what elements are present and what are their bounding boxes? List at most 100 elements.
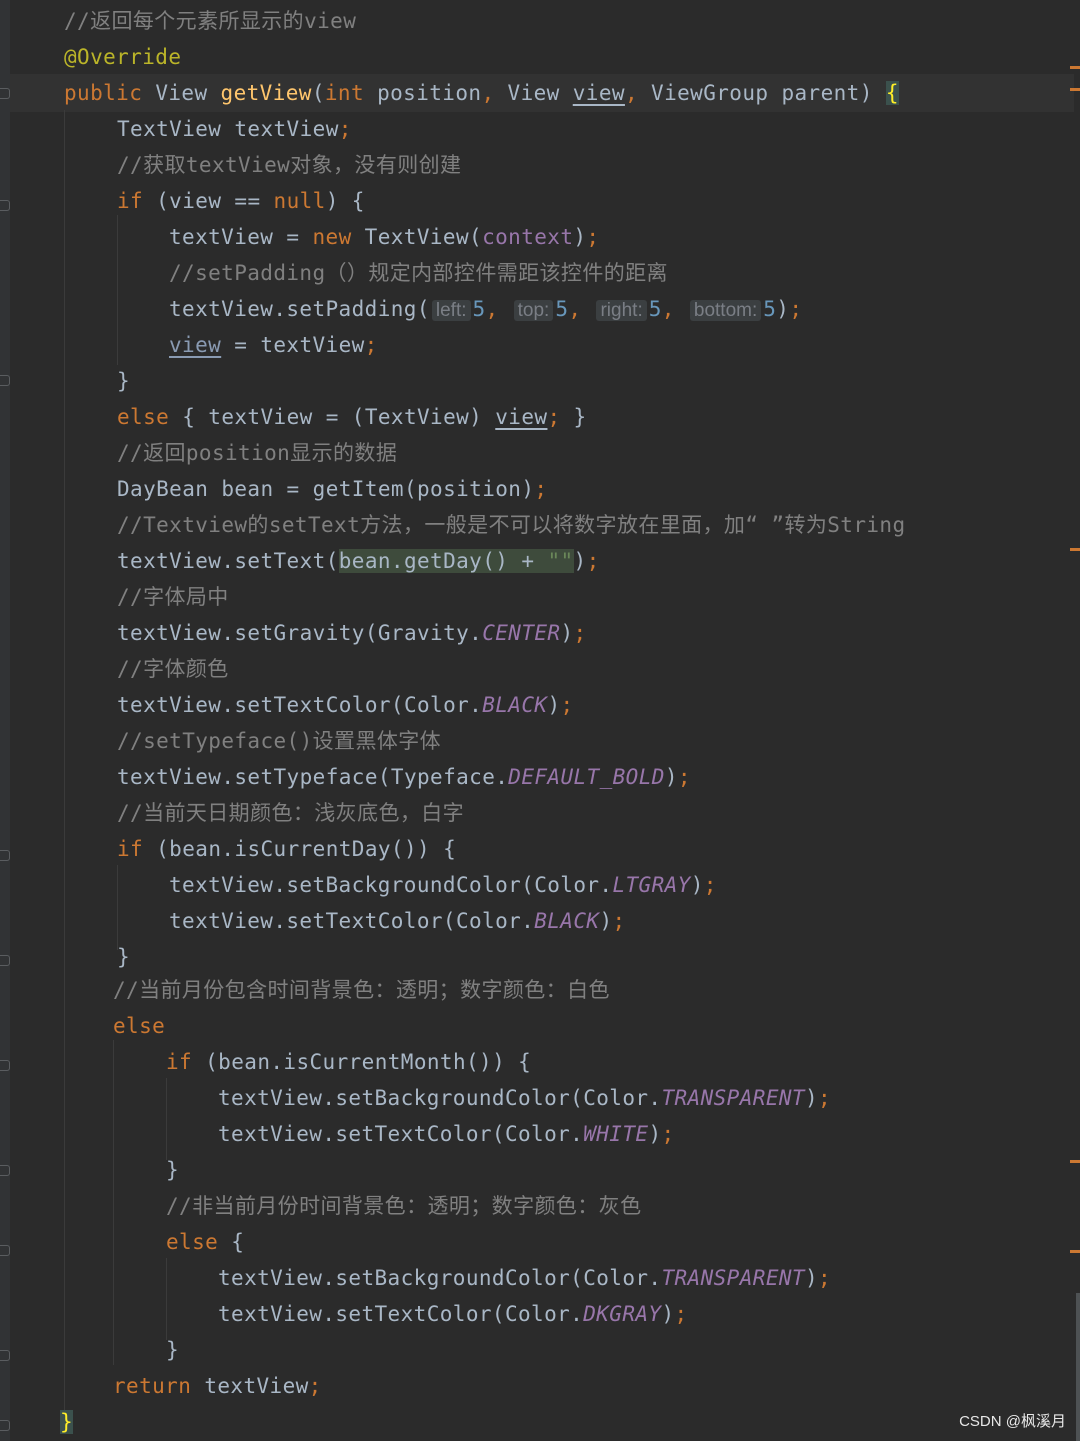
fold-marker-icon[interactable]: [0, 1350, 10, 1361]
fold-marker-icon[interactable]: [0, 850, 10, 861]
code-editor[interactable]: //返回每个元素所显示的view @Override public View get…: [0, 0, 1080, 1441]
code-line[interactable]: textView.setBackgroundColor(Color.TRANSP…: [218, 1260, 831, 1296]
keyword-token: else: [117, 405, 183, 429]
code-token: textView.setTextColor(Color.: [117, 693, 483, 717]
code-line[interactable]: //字体局中: [117, 579, 229, 615]
punctuation-token: ;: [573, 621, 587, 645]
code-line[interactable]: textView.setTextColor(Color.BLACK);: [169, 903, 626, 939]
code-line[interactable]: textView.setTypeface(Typeface.DEFAULT_BO…: [117, 759, 691, 795]
code-line[interactable]: if (view == null) {: [117, 183, 365, 219]
matched-brace: }: [60, 1410, 74, 1434]
code-line[interactable]: //Textview的setText方法，一般是不可以将数字放在里面，加“ ”转…: [117, 507, 906, 543]
code-token: DayBean bean = getItem(position): [117, 477, 535, 501]
code-line[interactable]: }: [166, 1152, 179, 1188]
constant-token: BLACK: [482, 693, 548, 717]
warning-stripe-mark[interactable]: [1070, 1250, 1080, 1253]
fold-marker-icon[interactable]: [0, 1245, 10, 1256]
code-line[interactable]: textView.setGravity(Gravity.CENTER);: [117, 615, 587, 651]
warning-stripe-mark[interactable]: [1070, 88, 1080, 91]
code-line[interactable]: else {: [166, 1224, 244, 1260]
code-token: TextView(: [364, 225, 483, 249]
code-line[interactable]: textView.setBackgroundColor(Color.TRANSP…: [218, 1080, 831, 1116]
code-line[interactable]: //非当前月份时间背景色：透明；数字颜色：灰色: [166, 1188, 641, 1224]
punctuation-token: ;: [612, 909, 626, 933]
code-line[interactable]: //获取textView对象，没有则创建: [117, 147, 461, 183]
number-token: 5: [472, 297, 486, 321]
comment-token: //返回每个元素所显示的view: [64, 9, 357, 33]
punctuation-token: ;: [364, 333, 378, 357]
code-line[interactable]: else { textView = (TextView) view; }: [117, 399, 587, 435]
punctuation-token: ;: [703, 873, 717, 897]
code-line[interactable]: textView.setBackgroundColor(Color.LTGRAY…: [169, 867, 717, 903]
code-token: textView.setTypeface(Typeface.: [117, 765, 509, 789]
punctuation-token: ,: [661, 297, 688, 321]
warning-stripe-mark[interactable]: [1070, 66, 1080, 69]
warning-stripe-mark[interactable]: [1070, 548, 1080, 551]
code-line[interactable]: }: [117, 939, 130, 975]
code-line[interactable]: return textView;: [113, 1368, 322, 1404]
code-line[interactable]: textView = new TextView(context);: [169, 219, 599, 255]
code-line[interactable]: }: [60, 1404, 74, 1440]
code-line[interactable]: //返回每个元素所显示的view: [64, 3, 356, 39]
punctuation-token: ;: [674, 1302, 688, 1326]
comment-token: //字体局中: [117, 585, 229, 609]
warning-stripe-mark[interactable]: [1070, 1160, 1080, 1163]
code-token: TextView textView: [117, 117, 339, 141]
comment-token: //当前天日期颜色：浅灰底色，白字: [117, 801, 465, 825]
code-line[interactable]: view = textView;: [169, 327, 378, 363]
code-token: = textView: [221, 333, 365, 357]
code-line[interactable]: if (bean.isCurrentDay()) {: [117, 831, 456, 867]
punctuation-token: ,: [485, 297, 512, 321]
code-line[interactable]: //返回position显示的数据: [117, 435, 397, 471]
fold-marker-icon[interactable]: [0, 375, 10, 386]
code-line[interactable]: //当前月份包含时间背景色：透明；数字颜色：白色: [113, 972, 610, 1008]
comment-token: //返回position显示的数据: [117, 441, 398, 465]
code-line[interactable]: }: [166, 1332, 179, 1368]
fold-marker-icon[interactable]: [0, 200, 10, 211]
code-token: textView.setText(: [117, 549, 339, 573]
punctuation-token: ;: [308, 1374, 322, 1398]
vertical-scrollbar[interactable]: [1076, 1293, 1080, 1441]
code-token: textView.setPadding(: [169, 297, 430, 321]
punctuation-token: ;: [586, 225, 600, 249]
code-line[interactable]: }: [117, 363, 130, 399]
code-token: textView.setBackgroundColor(Color.: [218, 1086, 662, 1110]
code-line[interactable]: //当前天日期颜色：浅灰底色，白字: [117, 795, 464, 831]
code-line[interactable]: @Override: [64, 39, 181, 75]
punctuation-token: ;: [338, 117, 352, 141]
fold-marker-icon[interactable]: [0, 1165, 10, 1176]
code-token: textView.setBackgroundColor(Color.: [169, 873, 613, 897]
code-line[interactable]: textView.setTextColor(Color.DKGRAY);: [218, 1296, 688, 1332]
editor-gutter[interactable]: [0, 0, 10, 1441]
code-token: textView.setTextColor(Color.: [218, 1122, 584, 1146]
fold-marker-icon[interactable]: [0, 955, 10, 966]
code-line[interactable]: //setTypeface()设置黑体字体: [117, 723, 441, 759]
variable-token: view: [495, 405, 548, 429]
code-token: }: [117, 945, 131, 969]
code-line[interactable]: //setPadding（）规定内部控件需距该控件的距离: [169, 255, 668, 291]
code-line[interactable]: textView.setTextColor(Color.BLACK);: [117, 687, 574, 723]
code-line[interactable]: textView.setText(bean.getDay() + "");: [117, 543, 600, 579]
code-token: {: [231, 1230, 245, 1254]
code-line[interactable]: if (bean.isCurrentMonth()) {: [166, 1044, 531, 1080]
punctuation-token: ;: [661, 1122, 675, 1146]
constant-token: TRANSPARENT: [661, 1266, 805, 1290]
code-token: ): [573, 225, 587, 249]
code-line[interactable]: DayBean bean = getItem(position);: [117, 471, 547, 507]
code-token: View: [155, 81, 221, 105]
code-line[interactable]: textView.setTextColor(Color.WHITE);: [218, 1116, 675, 1152]
number-token: 5: [648, 297, 662, 321]
fold-marker-icon[interactable]: [0, 88, 10, 99]
code-line[interactable]: //字体颜色: [117, 651, 229, 687]
method-name-token: getView: [220, 81, 312, 105]
code-line[interactable]: public View getView(int position, View v…: [64, 75, 899, 111]
code-token: }: [166, 1338, 180, 1362]
code-line[interactable]: else: [113, 1008, 165, 1044]
code-line[interactable]: textView.setPadding(left: 5, top: 5, right…: [169, 291, 802, 327]
indent-guide: [166, 1078, 167, 1160]
fold-marker-icon[interactable]: [0, 1420, 10, 1431]
code-token: textView.setBackgroundColor(Color.: [218, 1266, 662, 1290]
fold-marker-icon[interactable]: [0, 1060, 10, 1071]
code-line[interactable]: TextView textView;: [117, 111, 352, 147]
code-token: View: [507, 81, 573, 105]
